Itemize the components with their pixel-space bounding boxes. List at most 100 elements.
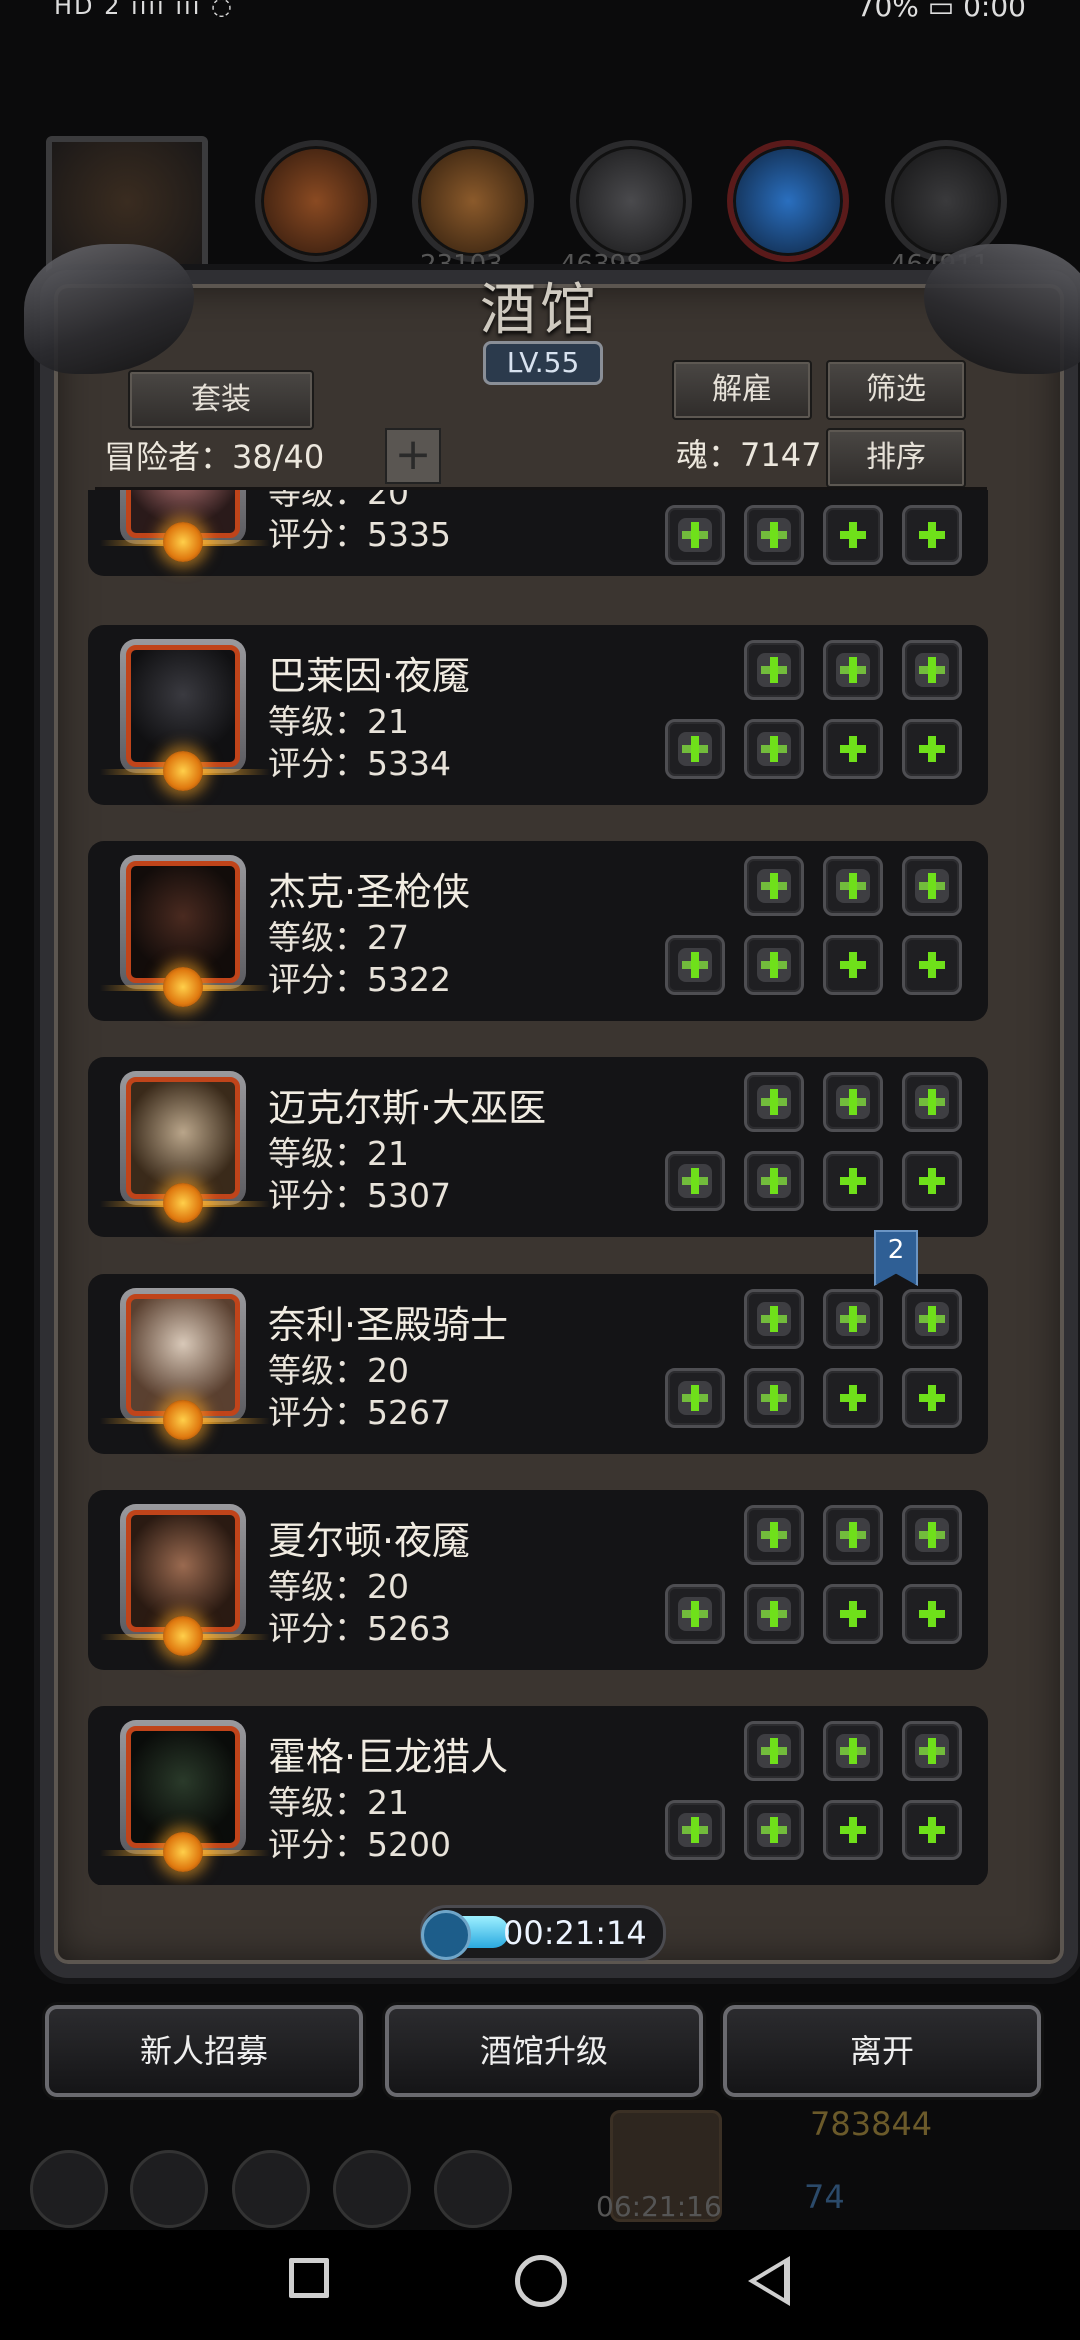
accessory-slot[interactable] [823,505,883,565]
accessory-slot[interactable] [823,1151,883,1211]
hero-avatar [100,490,270,562]
helmet-slot[interactable] [744,1072,804,1132]
refresh-timer: 00:21:14 [420,1905,666,1961]
weapon-slot[interactable] [665,1151,725,1211]
hero-level: 等级：20 [268,1351,409,1390]
gloves-slot[interactable] [823,1072,883,1132]
hero-avatar [100,855,270,1007]
boots-slot[interactable] [902,640,962,700]
recruit-button[interactable]: 新人招募 [45,2005,363,2097]
gloves-slot[interactable] [823,640,883,700]
recents-icon[interactable] [289,2258,329,2298]
hero-name: 夏尔顿·夜魇 [268,1519,471,1563]
accessory-slot[interactable] [823,719,883,779]
hero-card[interactable]: 迈克尔斯·大巫医 等级：21 评分：5307 [88,1057,988,1237]
helmet-slot[interactable] [744,1721,804,1781]
hero-card[interactable]: 霍格·巨龙猎人 等级：21 评分：5200 [88,1706,988,1885]
medal-icon [163,967,203,1007]
hero-list[interactable]: 等级：20 评分：5335 巴莱因·夜魇 等级：21 评分：5334 杰克·圣枪… [88,490,988,1885]
accessory-slot[interactable] [823,1800,883,1860]
hero-card[interactable]: 夏尔顿·夜魇 等级：20 评分：5263 [88,1490,988,1670]
status-bar: HD 2 ıııı ııı ◌ 70% ▭ 0:00 [0,0,1080,36]
back-icon[interactable] [748,2256,790,2306]
armor-slot[interactable] [744,1800,804,1860]
medal-icon [163,751,203,791]
accessory-slot[interactable] [902,935,962,995]
iron-resource-icon [570,140,692,262]
gloves-slot[interactable] [823,1721,883,1781]
helmet-slot[interactable] [744,1505,804,1565]
hero-score: 评分：5322 [268,960,451,999]
medal-icon [163,522,203,562]
weapon-slot[interactable] [665,1800,725,1860]
gloves-slot[interactable] [823,1289,883,1349]
status-right: 70% ▭ 0:00 [856,0,1026,23]
hero-card[interactable]: 杰克·圣枪侠 等级：27 评分：5322 [88,841,988,1021]
accessory-slot[interactable] [902,505,962,565]
weapon-slot[interactable] [665,1368,725,1428]
hero-level: 等级：21 [268,1134,409,1173]
helmet-slot[interactable] [744,640,804,700]
hero-score: 评分：5307 [268,1176,451,1215]
armor-slot[interactable] [744,1151,804,1211]
settings-gear-icon[interactable] [30,2150,108,2228]
gloves-slot[interactable] [823,856,883,916]
tavern-level-badge: LV.55 [483,341,603,385]
hero-card[interactable]: 巴莱因·夜魇 等级：21 评分：5334 [88,625,988,805]
dismiss-button[interactable]: 解雇 [672,360,812,420]
leave-button[interactable]: 离开 [723,2005,1041,2097]
armor-slot[interactable] [744,935,804,995]
crystal-resource-icon [727,140,849,262]
accessory-slot[interactable] [902,719,962,779]
helmet-slot[interactable] [744,856,804,916]
armor-slot[interactable] [744,1368,804,1428]
boots-slot[interactable] [902,856,962,916]
armor-slot[interactable] [744,719,804,779]
mail-icon[interactable] [333,2150,411,2228]
armor-slot[interactable] [744,1584,804,1644]
boots-slot[interactable] [902,1721,962,1781]
filter-button[interactable]: 筛选 [826,360,966,420]
hero-card[interactable]: 奈利·圣殿骑士 等级：20 评分：5267 [88,1274,988,1454]
accessory-slot[interactable] [902,1368,962,1428]
medal-icon [163,1616,203,1656]
accessory-slot[interactable] [823,935,883,995]
soul-amount: 魂：7147 [676,436,822,474]
accessory-slot[interactable] [823,1368,883,1428]
hero-score: 评分：5267 [268,1393,451,1432]
accessory-slot[interactable] [823,1584,883,1644]
hero-score: 评分：5334 [268,744,451,783]
boots-slot[interactable] [902,1505,962,1565]
hero-card[interactable]: 等级：20 评分：5335 [88,490,988,576]
armor-slot[interactable] [744,505,804,565]
hero-avatar [100,1071,270,1223]
hero-level: 等级：27 [268,918,409,957]
adventurer-count: 冒险者：38/40 [104,438,325,476]
hero-score: 评分：5200 [268,1825,451,1864]
set-button[interactable]: 套装 [128,370,314,430]
helmet-slot[interactable] [744,1289,804,1349]
weapon-slot[interactable] [665,1584,725,1644]
hero-name: 奈利·圣殿骑士 [268,1303,509,1347]
gold-amount: 783844 [810,2105,933,2143]
gem-amount: 74 [804,2178,845,2216]
upgrade-tavern-button[interactable]: 酒馆升级 [385,2005,703,2097]
sort-button[interactable]: 排序 [826,428,966,488]
hud-icon[interactable] [434,2150,512,2228]
home-icon[interactable] [515,2255,567,2307]
accessory-slot[interactable] [902,1800,962,1860]
gloves-slot[interactable] [823,1505,883,1565]
accessory-slot[interactable] [902,1584,962,1644]
hero-name: 霍格·巨龙猎人 [268,1735,509,1779]
hud-icon[interactable] [232,2150,310,2228]
panel-title: 酒馆 [480,278,600,343]
weapon-slot[interactable] [665,935,725,995]
hero-score: 评分：5263 [268,1609,451,1648]
hud-icon[interactable] [130,2150,208,2228]
add-capacity-button[interactable]: + [385,428,441,484]
accessory-slot[interactable] [902,1151,962,1211]
weapon-slot[interactable] [665,719,725,779]
weapon-slot[interactable] [665,505,725,565]
boots-slot[interactable] [902,1072,962,1132]
boots-slot[interactable] [902,1289,962,1349]
